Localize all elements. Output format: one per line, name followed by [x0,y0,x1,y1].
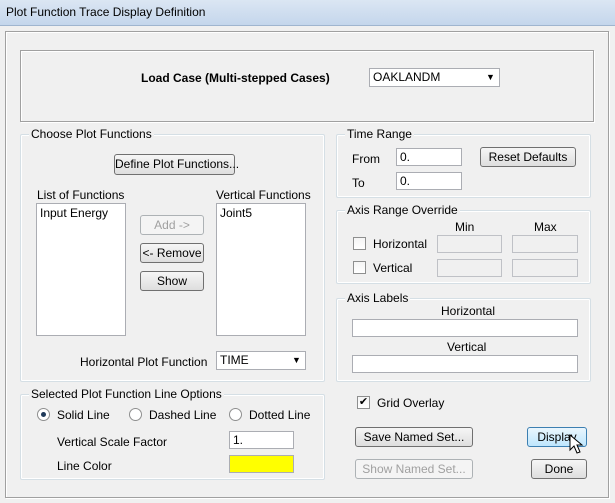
vertical-max-input[interactable] [512,259,578,277]
to-label: To [352,176,365,190]
done-button[interactable]: Done [531,459,587,479]
min-label: Min [455,220,475,234]
dotted-line-radio[interactable] [229,408,242,421]
load-case-panel [20,50,594,122]
dashed-line-radio[interactable] [129,408,142,421]
horizontal-override-label: Horizontal [373,237,428,251]
solid-line-label: Solid Line [57,408,110,422]
scale-factor-label: Vertical Scale Factor [57,435,168,449]
from-input[interactable]: 0. [396,148,462,166]
dialog-client: Load Case (Multi-stepped Cases) OAKLANDM… [0,26,615,503]
from-label: From [352,152,380,166]
axis-label-vertical-label: Vertical [447,340,487,354]
list-of-functions-label: List of Functions [37,188,125,202]
show-named-set-button[interactable]: Show Named Set... [355,459,473,479]
horizontal-plot-function-label: Horizontal Plot Function [80,355,208,369]
time-range-title: Time Range [345,127,414,141]
max-label: Max [534,220,557,234]
horizontal-override-checkbox[interactable] [353,237,366,250]
grid-overlay-checkbox[interactable]: ✔ [357,396,370,409]
horizontal-min-input[interactable] [437,235,502,253]
line-color-label: Line Color [57,459,112,473]
list-item[interactable]: Joint5 [220,206,302,221]
axis-label-horizontal-input[interactable] [352,319,578,337]
horizontal-plot-function-value: TIME [220,353,249,367]
chevron-down-icon[interactable]: ▼ [482,70,498,85]
dotted-line-label: Dotted Line [249,408,311,422]
save-named-set-button[interactable]: Save Named Set... [355,427,473,447]
axis-label-vertical-input[interactable] [352,355,578,373]
window-title: Plot Function Trace Display Definition [6,5,206,19]
vertical-functions-label: Vertical Functions [216,188,311,202]
horizontal-plot-function-combo[interactable]: TIME ▼ [216,351,306,370]
load-case-combo[interactable]: OAKLANDM ▼ [369,68,500,87]
solid-line-radio[interactable] [37,408,50,421]
choose-plot-functions-title: Choose Plot Functions [29,127,154,141]
line-color-swatch[interactable] [229,455,294,473]
vertical-functions-listbox[interactable]: Joint5 [216,203,306,336]
list-of-functions-listbox[interactable]: Input Energy [36,203,126,336]
load-case-value: OAKLANDM [373,70,441,84]
grid-overlay-label: Grid Overlay [377,396,445,410]
reset-defaults-button[interactable]: Reset Defaults [480,147,576,167]
title-bar: Plot Function Trace Display Definition [0,0,615,26]
vertical-override-label: Vertical [373,261,413,275]
axis-range-override-title: Axis Range Override [345,203,460,217]
chevron-down-icon[interactable]: ▼ [288,353,304,368]
load-case-label: Load Case (Multi-stepped Cases) [141,71,330,85]
scale-factor-input[interactable]: 1. [229,431,294,449]
add-button[interactable]: Add -> [140,215,204,235]
to-input[interactable]: 0. [396,172,462,190]
vertical-override-checkbox[interactable] [353,261,366,274]
show-button[interactable]: Show [140,271,204,291]
define-plot-functions-button[interactable]: Define Plot Functions... [114,154,239,175]
vertical-min-input[interactable] [437,259,502,277]
mouse-cursor-icon [569,434,584,454]
horizontal-max-input[interactable] [512,235,578,253]
line-options-title: Selected Plot Function Line Options [29,387,224,401]
remove-button[interactable]: <- Remove [140,243,204,263]
list-item[interactable]: Input Energy [40,206,122,221]
axis-label-horizontal-label: Horizontal [441,304,496,318]
dashed-line-label: Dashed Line [149,408,217,422]
axis-labels-title: Axis Labels [345,291,411,305]
